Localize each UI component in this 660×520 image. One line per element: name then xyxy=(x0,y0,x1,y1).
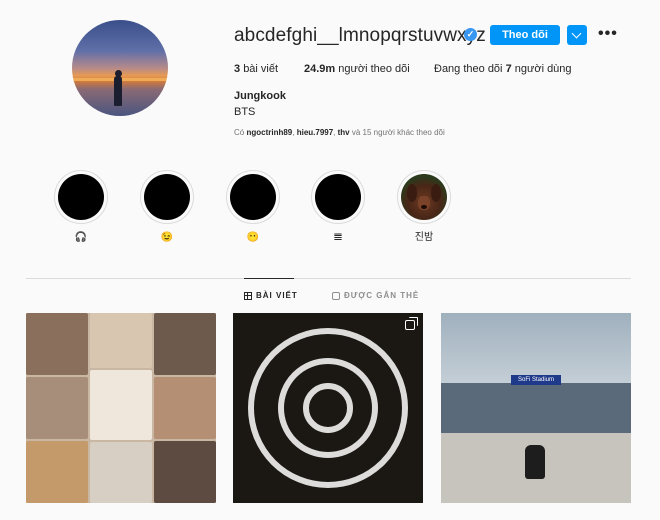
highlight-cover xyxy=(58,174,104,220)
highlight-item[interactable]: 진밤 xyxy=(397,170,451,244)
dog-nose xyxy=(421,205,427,209)
highlight-item[interactable]: 😶 xyxy=(226,170,280,244)
follow-dropdown-button[interactable] xyxy=(567,25,587,45)
followers-label: người theo dõi xyxy=(338,63,410,75)
following-count: 7 xyxy=(505,63,512,75)
chevron-down-icon xyxy=(571,28,582,39)
highlight-ring xyxy=(397,170,451,224)
photo-strip-cell xyxy=(154,441,216,503)
profile-bio: BTS xyxy=(234,106,256,118)
tab-tagged[interactable]: ĐƯỢC GẮN THẺ xyxy=(332,291,419,300)
highlight-cover xyxy=(144,174,190,220)
highlight-label: 🎧 xyxy=(74,232,88,243)
followed-by-text[interactable]: Có ngoctrinh89, hieu.7997, thv và 15 ngư… xyxy=(234,128,445,137)
followers-count: 24.9m xyxy=(304,63,336,75)
photo-strip-cell xyxy=(90,442,152,503)
highlight-label: 😉 xyxy=(160,232,174,243)
highlight-item[interactable]: 🎧 xyxy=(54,170,108,244)
highlight-cover xyxy=(230,174,276,220)
followed-by-prefix: Có xyxy=(234,128,245,137)
highlight-ring xyxy=(54,170,108,224)
post-thumbnail[interactable]: SoFi Stadium xyxy=(441,313,631,503)
photo-strip-cell xyxy=(154,377,216,439)
highlight-ring xyxy=(311,170,365,224)
photo-strip-cell xyxy=(26,441,88,503)
post-thumbnail[interactable] xyxy=(233,313,423,503)
highlight-label: 😶 xyxy=(246,232,260,243)
profile-username: abcdefghi__lmnopqrstuvwxyz xyxy=(234,25,486,46)
photo-strip-cell xyxy=(26,313,88,375)
carousel-icon xyxy=(405,317,418,330)
dog-ear-right xyxy=(431,184,441,202)
more-options-icon[interactable]: ••• xyxy=(598,26,618,42)
stat-following[interactable]: Đang theo dõi 7 người dùng xyxy=(434,63,572,75)
tab-active-indicator xyxy=(244,278,294,279)
person-figure xyxy=(525,445,545,479)
verified-check-icon: ✓ xyxy=(464,28,477,41)
follow-button[interactable]: Theo dõi xyxy=(490,25,560,45)
dog-ear-left xyxy=(407,184,417,202)
stat-posts: 3 bài viết xyxy=(234,63,278,75)
tab-posts[interactable]: BÀI VIẾT xyxy=(244,291,298,300)
avatar-figure xyxy=(114,76,122,106)
profile-fullname: Jungkook xyxy=(234,90,286,102)
post-thumbnail[interactable] xyxy=(26,313,216,503)
stat-followers[interactable]: 24.9m người theo dõi xyxy=(304,63,410,75)
followed-by-suffix: và 15 người khác theo dõi xyxy=(351,128,445,137)
photo-strip-cell xyxy=(90,313,152,368)
stadium-screen: SoFi Stadium xyxy=(511,375,561,385)
highlight-cover xyxy=(315,174,361,220)
highlight-ring xyxy=(226,170,280,224)
tag-icon xyxy=(332,291,340,300)
mirror-ring xyxy=(303,383,353,433)
posts-label: bài viết xyxy=(243,63,279,75)
photo-strip-cell xyxy=(154,313,216,375)
profile-avatar[interactable] xyxy=(72,20,168,116)
followed-by-name-1[interactable]: ngoctrinh89 xyxy=(246,128,292,137)
highlight-cover-dog xyxy=(401,174,447,220)
highlight-label: 𝌆 xyxy=(333,232,343,243)
highlight-ring xyxy=(140,170,194,224)
photo-strip-cell xyxy=(26,377,88,439)
grid-icon xyxy=(244,291,252,300)
posts-count: 3 xyxy=(234,63,241,75)
stadium-stands xyxy=(441,383,631,433)
stadium-roof xyxy=(441,313,631,383)
followed-by-name-2[interactable]: hieu.7997 xyxy=(297,128,333,137)
highlight-item[interactable]: 𝌆 xyxy=(311,170,365,244)
followed-by-name-3[interactable]: thv xyxy=(338,128,350,137)
following-prefix: Đang theo dõi xyxy=(434,63,503,75)
tab-tagged-label: ĐƯỢC GẮN THẺ xyxy=(344,291,420,300)
following-suffix: người dùng xyxy=(514,63,572,75)
tabs-divider xyxy=(26,278,631,279)
highlight-label: 진밤 xyxy=(414,232,434,243)
photo-strip-cell xyxy=(90,370,152,440)
tab-posts-label: BÀI VIẾT xyxy=(256,291,298,300)
highlight-item[interactable]: 😉 xyxy=(140,170,194,244)
